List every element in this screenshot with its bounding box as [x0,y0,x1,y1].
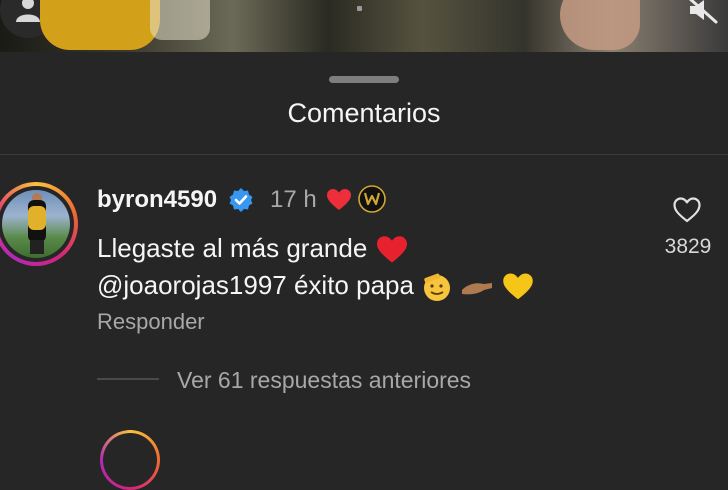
video-frame-shape [150,0,210,40]
video-frame-shape [40,0,160,50]
speaker-muted-icon[interactable] [686,0,720,26]
view-previous-replies-button[interactable]: Ver 61 respuestas anteriores [177,367,471,394]
comment-text-line2: éxito papa [286,270,414,300]
palm-up-hand-emoji-icon [462,283,493,295]
comment-text-line1: Llegaste al más grande [97,233,368,263]
heart-outline-icon[interactable] [672,196,702,224]
verified-badge-icon [229,188,253,212]
video-frame-shape [357,6,362,11]
next-commenter-avatar[interactable] [100,430,160,490]
video-frame-shape [560,0,640,50]
red-heart-emoji-icon [376,236,407,263]
comment-timestamp: 17 h [270,186,317,213]
header-divider [0,154,728,155]
video-preview-strip[interactable] [0,0,728,52]
person-icon [16,0,40,22]
comment-mention[interactable]: @joaorojas1997 [97,270,287,300]
yellow-heart-emoji-icon [502,273,533,300]
avatar-photo [2,190,70,258]
sheet-title: Comentarios [287,98,441,128]
heart-icon [327,189,351,210]
sheet-drag-handle[interactable] [329,76,399,83]
comment-username[interactable]: byron4590 [97,186,217,214]
comment-text: Llegaste al más grande @joaorojas1997 éx… [97,230,657,304]
reply-button[interactable]: Responder [97,309,205,335]
club-crest-icon [358,185,386,213]
saluting-face-emoji-icon [424,273,451,302]
replies-divider-line [97,378,159,380]
like-count: 3829 [664,235,712,258]
